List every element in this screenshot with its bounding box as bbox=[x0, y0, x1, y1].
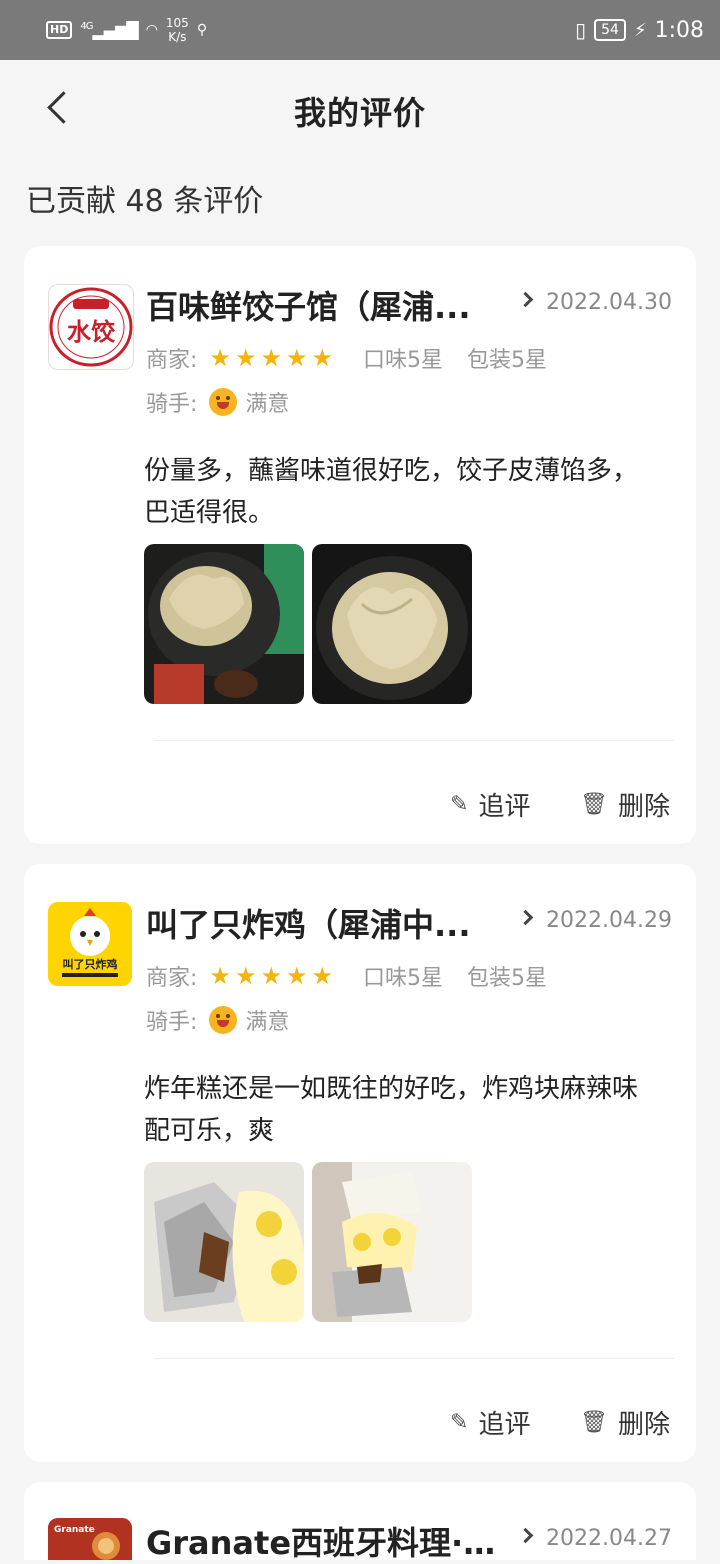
usb-icon: ⚲ bbox=[196, 22, 208, 38]
divider bbox=[154, 740, 674, 741]
star-icon: ★ bbox=[311, 344, 333, 372]
merchant-label: 商家: bbox=[146, 348, 198, 373]
review-photo[interactable] bbox=[312, 544, 472, 704]
rider-label: 骑手: bbox=[146, 1010, 198, 1035]
review-card: 水饺 百味鲜饺子馆（犀浦... 2022.04.30 商家: ★ ★ ★ ★ ★… bbox=[24, 246, 696, 844]
shop-name[interactable]: 叫了只炸鸡（犀浦中... bbox=[146, 900, 496, 946]
star-icon: ★ bbox=[311, 962, 333, 990]
star-icon: ★ bbox=[209, 344, 231, 372]
star-icon: ★ bbox=[234, 344, 257, 372]
svg-text:叫了只炸鸡: 叫了只炸鸡 bbox=[63, 957, 118, 971]
status-bar: HD 4G▂▄▆█ ◠ 105 K/s ⚲ ▯ 54 ⚡ 1:08 bbox=[0, 0, 720, 60]
shop-logo[interactable]: 水饺 bbox=[48, 284, 134, 370]
page-title: 我的评价 bbox=[293, 94, 426, 132]
trash-icon: 🗑 bbox=[580, 1410, 608, 1435]
merchant-label: 商家: bbox=[146, 966, 198, 991]
edit-icon: ✎ bbox=[450, 792, 469, 817]
cellular-signal-icon: 4G▂▄▆█ bbox=[80, 20, 138, 40]
review-photo[interactable] bbox=[144, 1162, 304, 1322]
happy-face-icon bbox=[209, 388, 238, 416]
star-icon: ★ bbox=[285, 962, 308, 990]
shop-logo[interactable]: 叫了只炸鸡 bbox=[48, 902, 132, 986]
merchant-stars: ★ ★ ★ ★ ★ bbox=[209, 346, 333, 370]
divider bbox=[154, 1358, 674, 1359]
happy-face-icon bbox=[209, 1006, 238, 1034]
svg-text:Granate: Granate bbox=[54, 1525, 95, 1535]
rider-rating-row: 骑手: 满意 bbox=[146, 386, 289, 418]
trash-icon: 🗑 bbox=[580, 792, 608, 817]
chevron-right-icon[interactable] bbox=[518, 290, 538, 310]
review-date: 2022.04.27 bbox=[546, 1526, 672, 1551]
battery-icon: 54 bbox=[594, 19, 626, 41]
star-icon: ★ bbox=[285, 344, 308, 372]
clock: 1:08 bbox=[654, 17, 704, 43]
review-date: 2022.04.30 bbox=[546, 290, 672, 315]
review-comment: 炸年糕还是一如既往的好吃，炸鸡块麻辣味配可乐，爽 bbox=[144, 1074, 639, 1146]
star-icon: ★ bbox=[234, 962, 257, 990]
delete-label: 删除 bbox=[617, 792, 670, 822]
review-photo[interactable] bbox=[144, 544, 304, 704]
delete-review-button[interactable]: 🗑 删除 bbox=[580, 1404, 670, 1441]
wifi-icon: ◠ bbox=[145, 22, 158, 38]
svg-text:水饺: 水饺 bbox=[67, 318, 116, 346]
taste-rating: 口味5星 bbox=[363, 348, 443, 373]
follow-up-review-button[interactable]: ✎ 追评 bbox=[450, 1404, 530, 1441]
follow-up-label: 追评 bbox=[478, 1410, 531, 1440]
edit-icon: ✎ bbox=[450, 1410, 469, 1435]
vibrate-icon: ▯ bbox=[575, 18, 587, 42]
merchant-rating-row: 商家: ★ ★ ★ ★ ★ 口味5星 包装5星 bbox=[146, 342, 547, 374]
network-speed: 105 K/s bbox=[165, 16, 189, 44]
package-rating: 包装5星 bbox=[467, 348, 547, 373]
delete-review-button[interactable]: 🗑 删除 bbox=[580, 786, 670, 823]
merchant-stars: ★ ★ ★ ★ ★ bbox=[209, 964, 333, 988]
review-photo[interactable] bbox=[312, 1162, 472, 1322]
star-icon: ★ bbox=[209, 962, 231, 990]
rider-label: 骑手: bbox=[146, 392, 198, 417]
shop-name[interactable]: Granate西班牙料理·... bbox=[146, 1518, 496, 1564]
rider-rating-row: 骑手: 满意 bbox=[146, 1004, 289, 1036]
shop-logo[interactable]: Granate bbox=[48, 1518, 132, 1560]
rider-rating: 满意 bbox=[245, 392, 290, 417]
follow-up-label: 追评 bbox=[478, 792, 531, 822]
star-icon: ★ bbox=[260, 962, 282, 990]
chevron-right-icon[interactable] bbox=[518, 908, 538, 928]
chevron-right-icon[interactable] bbox=[518, 1526, 538, 1546]
merchant-rating-row: 商家: ★ ★ ★ ★ ★ 口味5星 包装5星 bbox=[146, 960, 547, 992]
star-icon: ★ bbox=[260, 344, 282, 372]
taste-rating: 口味5星 bbox=[363, 966, 443, 991]
hd-icon: HD bbox=[46, 21, 73, 39]
delete-label: 删除 bbox=[617, 1410, 670, 1440]
review-date: 2022.04.29 bbox=[546, 908, 672, 933]
shop-name[interactable]: 百味鲜饺子馆（犀浦... bbox=[146, 282, 496, 328]
header: 我的评价 bbox=[0, 60, 720, 156]
review-card: 叫了只炸鸡 叫了只炸鸡（犀浦中... 2022.04.29 商家: ★ ★ ★ … bbox=[24, 864, 696, 1462]
rider-rating: 满意 bbox=[245, 1010, 290, 1035]
follow-up-review-button[interactable]: ✎ 追评 bbox=[450, 786, 530, 823]
review-comment: 份量多，蘸酱味道很好吃，饺子皮薄馅多，巴适得很。 bbox=[144, 456, 639, 528]
charging-icon: ⚡ bbox=[633, 19, 647, 41]
review-count-summary: 已贡献 48 条评价 bbox=[26, 184, 264, 219]
review-card: Granate Granate西班牙料理·... 2022.04.27 bbox=[24, 1482, 696, 1562]
package-rating: 包装5星 bbox=[467, 966, 547, 991]
